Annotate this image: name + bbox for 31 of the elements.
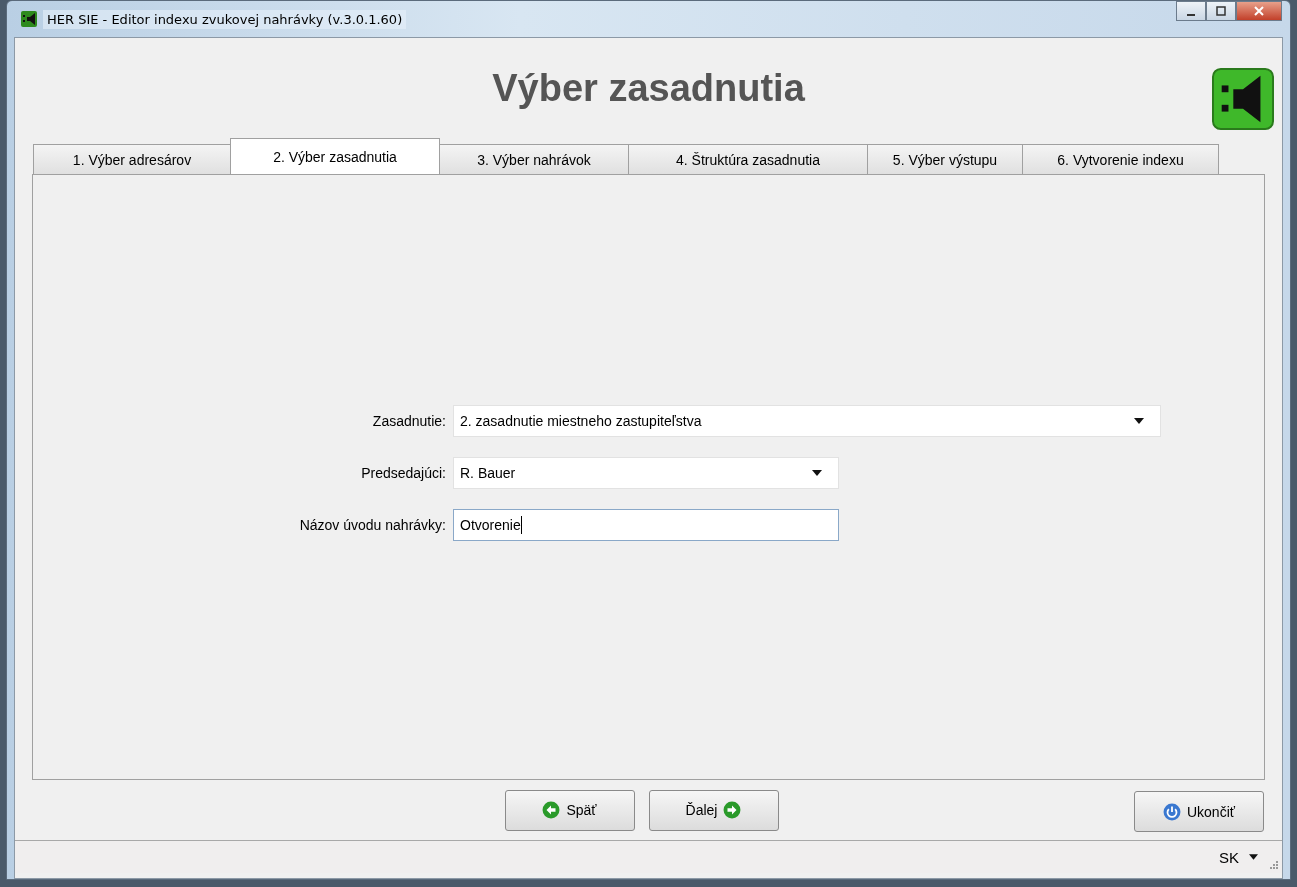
tab[interactable]: 5. Výber výstupu: [867, 144, 1023, 174]
input-field[interactable]: Otvorenie: [453, 509, 839, 541]
resize-grip-icon: [1268, 859, 1278, 869]
speaker-logo-icon: [1212, 68, 1274, 130]
app-icon: [21, 11, 37, 27]
dropdown-field[interactable]: 2. zasadnutie miestneho zastupiteľstva: [453, 405, 1161, 437]
tab[interactable]: 6. Vytvorenie indexu: [1022, 144, 1219, 174]
dropdown-arrow-icon: [812, 470, 822, 476]
page-heading: Výber zasadnutia: [492, 66, 805, 110]
tab[interactable]: 1. Výber adresárov: [33, 144, 231, 174]
tab[interactable]: 4. Štruktúra zasadnutia: [628, 144, 868, 174]
power-icon: [1162, 802, 1181, 821]
dropdown-arrow-icon: [1249, 854, 1258, 860]
minimize-button[interactable]: [1176, 1, 1206, 21]
close-icon: [1254, 6, 1264, 16]
tab[interactable]: 2. Výber zasadnutia: [230, 138, 440, 174]
maximize-icon: [1216, 6, 1226, 16]
tab[interactable]: 3. Výber nahrávok: [439, 144, 629, 174]
language-dropdown[interactable]: SK: [1215, 848, 1262, 866]
window-title: HER SIE - Editor indexu zvukovej nahrávky (v.3.0.1.60): [43, 9, 407, 29]
field-label: Názov úvodu nahrávky:: [298, 517, 447, 533]
dropdown-field[interactable]: R. Bauer: [453, 457, 839, 489]
next-button[interactable]: Ďalej: [648, 789, 779, 831]
back-button[interactable]: Späť: [504, 789, 635, 831]
close-button[interactable]: [1236, 1, 1282, 21]
field-label: Zasadnutie:: [371, 413, 447, 429]
minimize-icon: [1187, 13, 1195, 16]
exit-button[interactable]: Ukončiť: [1134, 791, 1264, 832]
maximize-button[interactable]: [1206, 1, 1236, 21]
dropdown-arrow-icon: [1134, 418, 1144, 424]
field-label: Predsedajúci:: [360, 465, 447, 481]
